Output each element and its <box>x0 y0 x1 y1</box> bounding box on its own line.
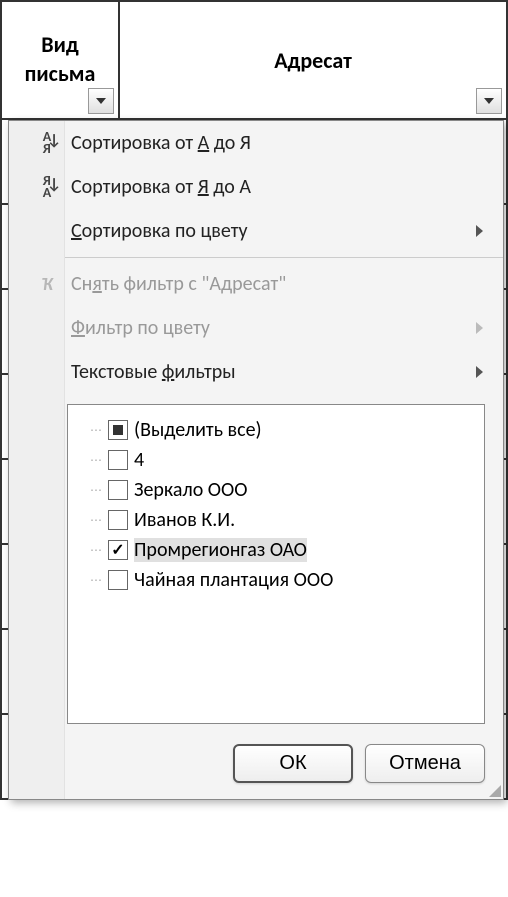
filter-value-item[interactable]: ⋯ Промрегионгаз ОАО <box>76 535 476 565</box>
menu-separator <box>65 257 503 258</box>
col-a-line2: письма <box>25 60 96 87</box>
chevron-down-icon <box>96 98 106 104</box>
ok-button[interactable]: ОК <box>233 744 353 783</box>
sort-ascending-item[interactable]: АЯ↓ Сортировка от А до Я <box>9 121 503 165</box>
filter-by-color-item: Фильтр по цвету <box>9 306 503 350</box>
filter-by-color-label: Фильтр по цвету <box>71 316 476 340</box>
column-headers: Вид письма Адресат <box>0 0 508 120</box>
cancel-button[interactable]: Отмена <box>365 744 485 783</box>
filter-value-checkbox[interactable] <box>108 540 128 560</box>
resize-grip-icon[interactable] <box>487 783 501 797</box>
clear-filter-label: Снять фильтр с "Адресат" <box>71 272 489 296</box>
clear-filter-item: Ҡ Снять фильтр с "Адресат" <box>9 262 503 306</box>
sort-descending-item[interactable]: ЯА↓ Сортировка от Я до А <box>9 165 503 209</box>
autofilter-dropdown-panel: АЯ↓ Сортировка от А до Я ЯА↓ Сортировка … <box>8 120 504 800</box>
sort-by-color-item[interactable]: Сортировка по цвету <box>9 209 503 253</box>
tree-connector: ⋯ <box>90 573 108 588</box>
filter-value-item[interactable]: ⋯ Зеркало ООО <box>76 475 476 505</box>
col-a-line1: Вид <box>41 31 78 58</box>
filter-value-checkbox[interactable] <box>108 510 128 530</box>
column-header-b: Адресат <box>120 2 508 118</box>
filter-value-label: Зеркало ООО <box>134 478 248 502</box>
select-all-item[interactable]: ⋯ (Выделить все) <box>76 415 476 445</box>
select-all-checkbox[interactable] <box>108 420 128 440</box>
filter-value-label: 4 <box>134 448 144 472</box>
sort-asc-icon: АЯ↓ <box>43 131 51 155</box>
text-filters-label: Текстовые фильтры <box>71 360 476 384</box>
filter-value-item[interactable]: ⋯ Иванов К.И. <box>76 505 476 535</box>
sort-desc-icon: ЯА↓ <box>43 175 51 199</box>
clear-filter-icon: Ҡ <box>41 273 53 295</box>
tree-connector: ⋯ <box>90 453 108 468</box>
column-a-label: Вид письма <box>25 31 96 88</box>
filter-value-checkbox[interactable] <box>108 570 128 590</box>
filter-value-label: Иванов К.И. <box>134 508 235 532</box>
select-all-label: (Выделить все) <box>134 418 262 442</box>
filter-value-label: Промрегионгаз ОАО <box>134 538 307 562</box>
column-b-label: Адресат <box>274 47 352 74</box>
sort-desc-label: Сортировка от Я до А <box>71 175 489 199</box>
filter-value-label: Чайная плантация ООО <box>134 568 333 592</box>
filter-values-list: ⋯ (Выделить все) ⋯4⋯Зеркало ООО⋯Иванов К… <box>67 404 485 724</box>
submenu-arrow-icon <box>476 322 483 334</box>
tree-connector: ⋯ <box>90 423 108 438</box>
tree-connector: ⋯ <box>90 543 108 558</box>
tree-connector: ⋯ <box>90 513 108 528</box>
sort-by-color-label: Сортировка по цвету <box>71 219 476 243</box>
tree-connector: ⋯ <box>90 483 108 498</box>
sort-asc-label: Сортировка от А до Я <box>71 131 489 155</box>
column-header-a: Вид письма <box>0 2 120 118</box>
chevron-down-icon <box>484 98 494 104</box>
filter-value-checkbox[interactable] <box>108 450 128 470</box>
column-a-filter-dropdown[interactable] <box>88 88 114 114</box>
filter-value-item[interactable]: ⋯ Чайная плантация ООО <box>76 565 476 595</box>
submenu-arrow-icon <box>476 225 483 237</box>
text-filters-item[interactable]: Текстовые фильтры <box>9 350 503 394</box>
dialog-buttons: ОК Отмена <box>9 728 503 787</box>
filter-value-checkbox[interactable] <box>108 480 128 500</box>
submenu-arrow-icon <box>476 366 483 378</box>
filter-value-item[interactable]: ⋯4 <box>76 445 476 475</box>
column-b-filter-dropdown[interactable] <box>476 88 502 114</box>
body-area: АЯ↓ Сортировка от А до Я ЯА↓ Сортировка … <box>0 120 508 895</box>
